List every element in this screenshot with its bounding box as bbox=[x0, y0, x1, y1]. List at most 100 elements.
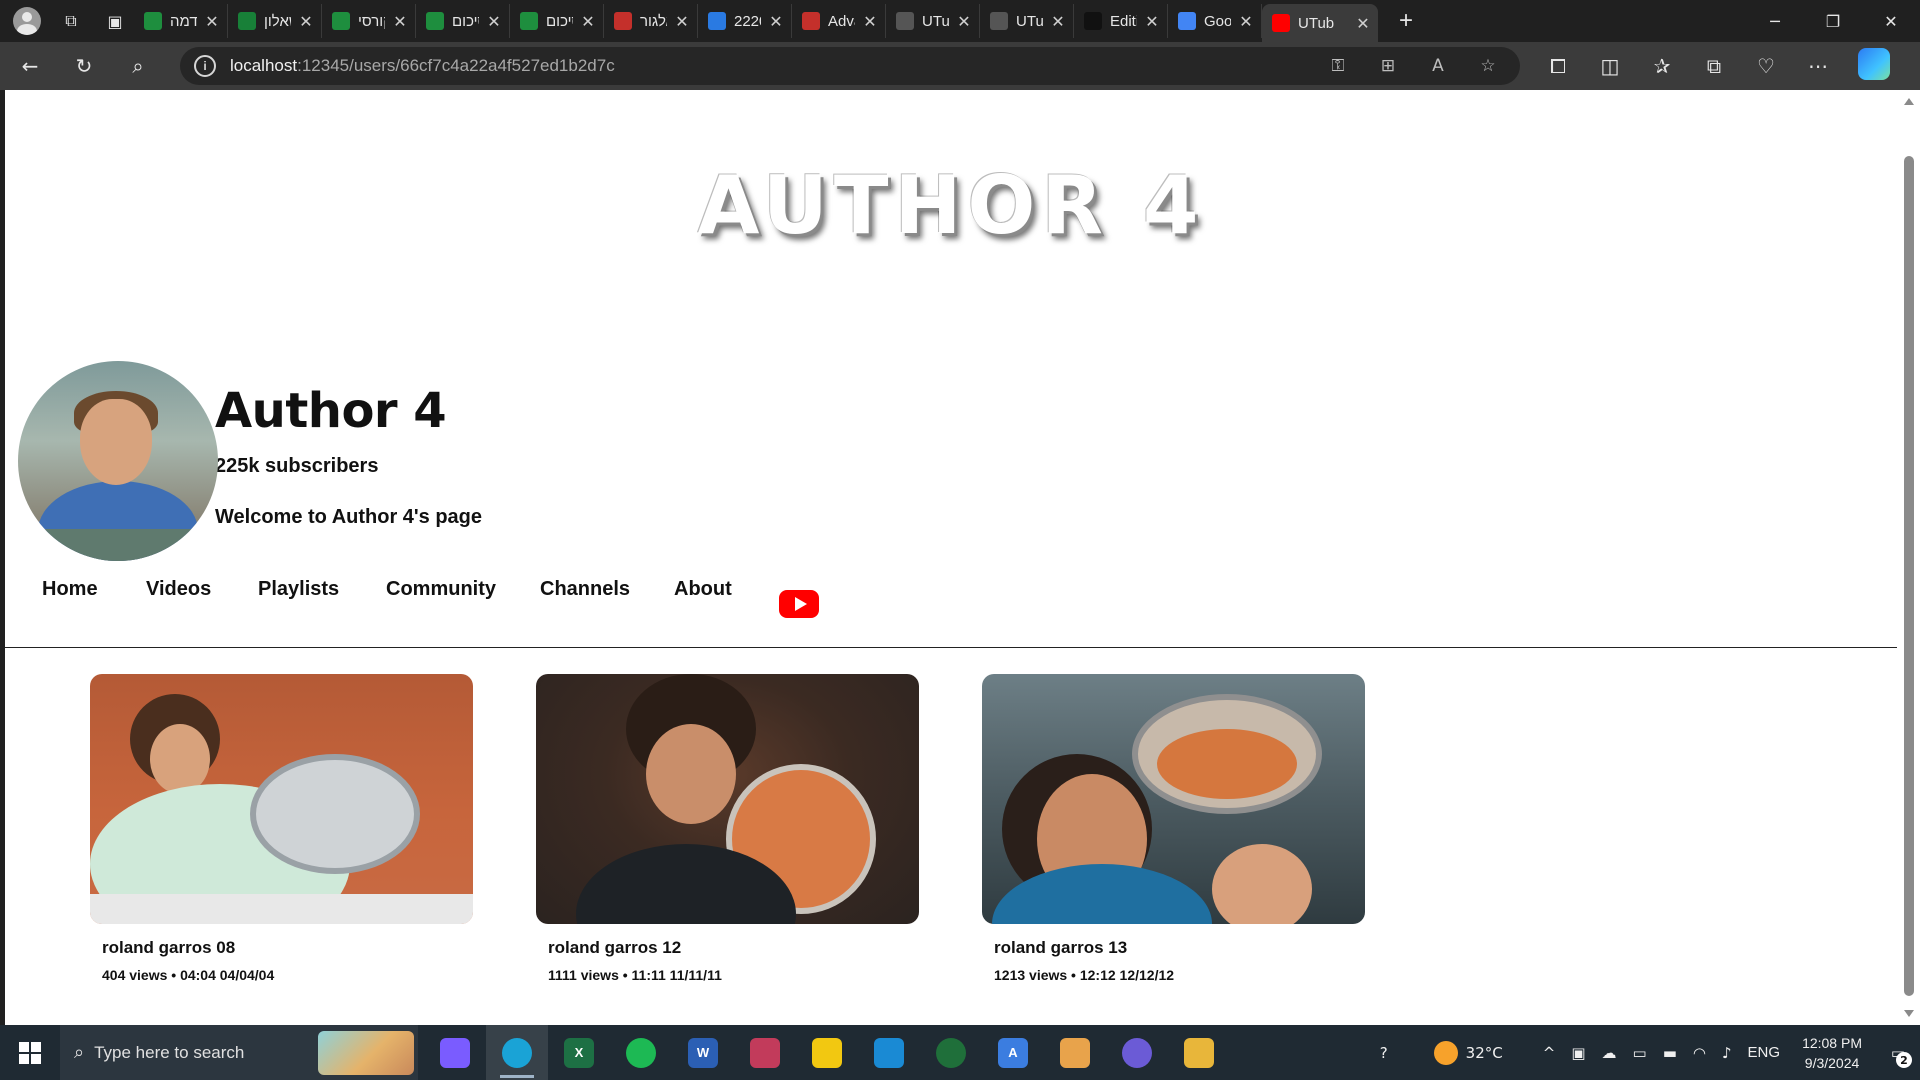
nav-home[interactable]: Home bbox=[42, 578, 98, 601]
display-icon[interactable]: ▭ bbox=[1625, 1044, 1655, 1062]
meet-now-icon[interactable]: ▣ bbox=[1563, 1044, 1593, 1062]
refresh-button[interactable]: ↻ bbox=[64, 48, 104, 84]
taskbar-app[interactable] bbox=[858, 1025, 920, 1080]
chevron-up-icon[interactable]: ^ bbox=[1535, 1044, 1564, 1062]
password-key-icon[interactable]: ⚿ bbox=[1316, 50, 1360, 82]
nav-community[interactable]: Community bbox=[386, 578, 496, 601]
wifi-icon[interactable]: ◠ bbox=[1685, 1044, 1714, 1062]
close-tab-icon[interactable]: ✕ bbox=[485, 12, 503, 31]
video-card[interactable]: roland garros 08 404 views • 04:04 04/04… bbox=[90, 674, 473, 983]
browser-tab[interactable]: מדמה ✕ bbox=[134, 4, 228, 38]
notifications-button[interactable]: ▭ 2 bbox=[1876, 1025, 1920, 1080]
restore-button[interactable]: ❐ bbox=[1804, 0, 1862, 42]
profile-button[interactable] bbox=[8, 4, 46, 38]
video-thumbnail[interactable] bbox=[536, 674, 919, 924]
close-tab-icon[interactable]: ✕ bbox=[1049, 12, 1067, 31]
video-thumbnail[interactable] bbox=[982, 674, 1365, 924]
taskbar-app[interactable] bbox=[424, 1025, 486, 1080]
minimize-button[interactable]: ─ bbox=[1746, 0, 1804, 42]
browser-tab[interactable]: Editin ✕ bbox=[1074, 4, 1168, 38]
onedrive-icon[interactable]: ☁ bbox=[1594, 1044, 1625, 1062]
close-tab-icon[interactable]: ✕ bbox=[203, 12, 221, 31]
search-highlight-image[interactable] bbox=[318, 1031, 414, 1075]
close-tab-icon[interactable]: ✕ bbox=[391, 12, 409, 31]
browser-essentials-icon[interactable]: ♡ bbox=[1746, 48, 1786, 84]
taskbar-app[interactable] bbox=[796, 1025, 858, 1080]
more-options-icon[interactable]: ⋯ bbox=[1798, 48, 1838, 84]
nav-playlists[interactable]: Playlists bbox=[258, 578, 339, 601]
browser-tab[interactable]: 22202 ✕ bbox=[698, 4, 792, 38]
video-title[interactable]: roland garros 13 bbox=[982, 938, 1365, 958]
tab-actions-button[interactable]: ▣ bbox=[96, 4, 134, 38]
nav-videos[interactable]: Videos bbox=[146, 578, 211, 601]
nav-channels[interactable]: Channels bbox=[540, 578, 630, 601]
favorite-star-icon[interactable]: ☆ bbox=[1466, 50, 1510, 82]
video-thumbnail[interactable] bbox=[90, 674, 473, 924]
browser-tab[interactable]: UTub ✕ bbox=[1262, 4, 1378, 42]
taskbar-app[interactable] bbox=[920, 1025, 982, 1080]
copilot-icon[interactable] bbox=[1858, 48, 1890, 80]
close-window-button[interactable]: ✕ bbox=[1862, 0, 1920, 42]
close-tab-icon[interactable]: ✕ bbox=[955, 12, 973, 31]
youtube-logo-icon[interactable] bbox=[779, 590, 819, 618]
video-card[interactable]: roland garros 13 1213 views • 12:12 12/1… bbox=[982, 674, 1365, 983]
taskbar-app[interactable] bbox=[1168, 1025, 1230, 1080]
browser-tab[interactable]: סיכום ✕ bbox=[510, 4, 604, 38]
close-tab-icon[interactable]: ✕ bbox=[861, 12, 879, 31]
taskbar-app[interactable] bbox=[1106, 1025, 1168, 1080]
url-text[interactable]: localhost:12345/users/66cf7c4a22a4f527ed… bbox=[230, 56, 1316, 76]
taskbar-app[interactable]: W bbox=[672, 1025, 734, 1080]
mongodb-icon bbox=[936, 1037, 966, 1068]
read-aloud-icon[interactable]: A bbox=[1416, 50, 1460, 82]
close-tab-icon[interactable]: ✕ bbox=[579, 12, 597, 31]
taskbar-app[interactable]: A bbox=[982, 1025, 1044, 1080]
taskbar-search[interactable]: ⌕ Type here to search bbox=[60, 1025, 418, 1080]
nav-about[interactable]: About bbox=[674, 578, 732, 601]
close-tab-icon[interactable]: ✕ bbox=[1237, 12, 1255, 31]
browser-tab[interactable]: Advar ✕ bbox=[792, 4, 886, 38]
close-tab-icon[interactable]: ✕ bbox=[1354, 14, 1372, 33]
taskbar-app[interactable] bbox=[1044, 1025, 1106, 1080]
extensions-icon[interactable]: ⧠ bbox=[1538, 48, 1578, 84]
taskbar-app[interactable]: X bbox=[548, 1025, 610, 1080]
search-button[interactable]: ⌕ bbox=[118, 48, 158, 84]
split-screen-icon[interactable]: ◫ bbox=[1590, 48, 1630, 84]
site-info-icon[interactable]: i bbox=[194, 55, 216, 77]
scroll-thumb[interactable] bbox=[1904, 156, 1914, 996]
browser-tab[interactable]: UTub ✕ bbox=[886, 4, 980, 38]
close-tab-icon[interactable]: ✕ bbox=[1143, 12, 1161, 31]
browser-tab[interactable]: קורסי ✕ bbox=[322, 4, 416, 38]
browser-tab[interactable]: אלגור ✕ bbox=[604, 4, 698, 38]
browser-tab[interactable]: שאלון ✕ bbox=[228, 4, 322, 38]
weather-widget[interactable]: 32°C bbox=[1426, 1040, 1511, 1065]
video-card[interactable]: roland garros 12 1111 views • 11:11 11/1… bbox=[536, 674, 919, 983]
new-tab-button[interactable]: + bbox=[1386, 4, 1426, 38]
taskbar-app[interactable] bbox=[610, 1025, 672, 1080]
help-icon[interactable]: ? bbox=[1372, 1044, 1396, 1062]
workspaces-button[interactable]: ⧉ bbox=[52, 4, 90, 38]
collections-icon[interactable]: ⧉ bbox=[1694, 48, 1734, 84]
language-indicator[interactable]: ENG bbox=[1740, 1044, 1789, 1061]
browser-tab[interactable]: סיכום ✕ bbox=[416, 4, 510, 38]
openai-icon bbox=[990, 12, 1008, 30]
browser-tab[interactable]: Goog ✕ bbox=[1168, 4, 1262, 38]
battery-icon[interactable]: ▬ bbox=[1655, 1044, 1685, 1062]
address-bar[interactable]: i localhost:12345/users/66cf7c4a22a4f527… bbox=[180, 47, 1520, 85]
start-button[interactable] bbox=[0, 1025, 60, 1080]
video-title[interactable]: roland garros 12 bbox=[536, 938, 919, 958]
close-tab-icon[interactable]: ✕ bbox=[767, 12, 785, 31]
app-available-icon[interactable]: ⊞ bbox=[1366, 50, 1410, 82]
taskbar-app[interactable] bbox=[486, 1025, 548, 1080]
close-tab-icon[interactable]: ✕ bbox=[673, 12, 691, 31]
back-button[interactable]: ← bbox=[10, 48, 50, 84]
scroll-up-arrow-icon[interactable] bbox=[1904, 98, 1914, 105]
close-tab-icon[interactable]: ✕ bbox=[297, 12, 315, 31]
volume-icon[interactable]: ♪ bbox=[1714, 1044, 1740, 1062]
taskbar-app[interactable] bbox=[734, 1025, 796, 1080]
favorites-icon[interactable]: ✰ bbox=[1642, 48, 1682, 84]
video-title[interactable]: roland garros 08 bbox=[90, 938, 473, 958]
scroll-down-arrow-icon[interactable] bbox=[1904, 1010, 1914, 1017]
taskbar-clock[interactable]: 12:08 PM 9/3/2024 bbox=[1788, 1033, 1876, 1073]
browser-tab[interactable]: UTub ✕ bbox=[980, 4, 1074, 38]
page-scrollbar[interactable] bbox=[1897, 90, 1920, 1025]
